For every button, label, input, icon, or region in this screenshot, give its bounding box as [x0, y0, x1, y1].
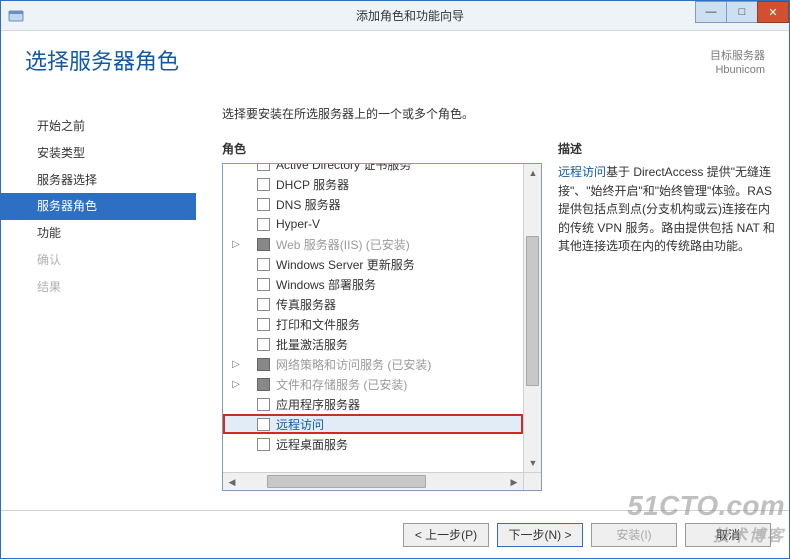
- role-item[interactable]: Windows 部署服务: [223, 274, 523, 294]
- role-checkbox[interactable]: [257, 178, 270, 191]
- scroll-up-button[interactable]: ▲: [524, 164, 542, 182]
- role-label: DHCP 服务器: [276, 176, 349, 193]
- roles-listbox: Active Directory 证书服务 DHCP 服务器 DNS 服务器 Hype…: [222, 163, 542, 491]
- role-checkbox[interactable]: [257, 218, 270, 231]
- scroll-thumb-vertical[interactable]: [526, 236, 539, 386]
- expand-icon[interactable]: ▷: [229, 379, 243, 390]
- target-label: 目标服务器: [710, 49, 765, 63]
- prompt-text: 选择要安装在所选服务器上的一个或多个角色。: [222, 105, 775, 122]
- wizard-step-4[interactable]: 功能: [1, 220, 196, 247]
- minimize-button[interactable]: —: [695, 1, 727, 23]
- role-item[interactable]: 批量激活服务: [223, 334, 523, 354]
- close-button[interactable]: ✕: [757, 1, 789, 23]
- role-checkbox[interactable]: [257, 258, 270, 271]
- window-title: 添加角色和功能向导: [31, 7, 789, 24]
- title-bar: 添加角色和功能向导 — □ ✕: [1, 1, 789, 31]
- cancel-button[interactable]: 取消: [685, 523, 771, 547]
- role-label: 打印和文件服务: [276, 316, 360, 333]
- role-checkbox[interactable]: [257, 438, 270, 451]
- install-button: 安装(I): [591, 523, 677, 547]
- role-checkbox[interactable]: [257, 278, 270, 291]
- role-label: Web 服务器(IIS) (已安装): [276, 236, 410, 253]
- role-item[interactable]: 远程访问: [223, 414, 523, 434]
- role-label: 远程访问: [276, 416, 324, 433]
- role-item[interactable]: 传真服务器: [223, 294, 523, 314]
- vertical-scrollbar[interactable]: ▲ ▼: [523, 164, 541, 472]
- role-checkbox[interactable]: [257, 298, 270, 311]
- role-label: Hyper-V: [276, 217, 320, 231]
- role-checkbox[interactable]: [257, 358, 270, 371]
- role-item[interactable]: ▷ Web 服务器(IIS) (已安装): [223, 234, 523, 254]
- role-checkbox[interactable]: [257, 418, 270, 431]
- role-label: Active Directory 证书服务: [276, 164, 411, 173]
- role-label: 远程桌面服务: [276, 436, 348, 453]
- role-item[interactable]: DNS 服务器: [223, 194, 523, 214]
- scroll-thumb-horizontal[interactable]: [267, 475, 425, 488]
- role-label: 文件和存储服务 (已安装): [276, 376, 407, 393]
- roles-heading: 角色: [222, 140, 542, 157]
- wizard-step-6: 结果: [1, 274, 196, 301]
- role-checkbox[interactable]: [257, 378, 270, 391]
- role-checkbox[interactable]: [257, 318, 270, 331]
- role-item[interactable]: 打印和文件服务: [223, 314, 523, 334]
- description-heading: 描述: [558, 140, 775, 157]
- page-title: 选择服务器角色: [25, 49, 765, 75]
- wizard-step-5: 确认: [1, 247, 196, 274]
- horizontal-scrollbar[interactable]: ◀ ▶: [223, 472, 523, 490]
- role-item[interactable]: Windows Server 更新服务: [223, 254, 523, 274]
- wizard-step-2[interactable]: 服务器选择: [1, 167, 196, 194]
- role-item[interactable]: Active Directory 证书服务: [223, 164, 523, 174]
- role-checkbox[interactable]: [257, 238, 270, 251]
- wizard-icon: [1, 1, 31, 31]
- maximize-button[interactable]: □: [726, 1, 758, 23]
- scrollbar-corner: [523, 472, 541, 490]
- role-item[interactable]: ▷ 文件和存储服务 (已安装): [223, 374, 523, 394]
- wizard-steps-sidebar: 开始之前安装类型服务器选择服务器角色功能确认结果: [1, 95, 196, 510]
- role-label: 应用程序服务器: [276, 396, 360, 413]
- scroll-right-button[interactable]: ▶: [505, 473, 523, 491]
- page-header: 选择服务器角色 目标服务器 Hbunicom: [1, 31, 789, 83]
- role-item[interactable]: ▷ 网络策略和访问服务 (已安装): [223, 354, 523, 374]
- role-label: Windows Server 更新服务: [276, 256, 415, 273]
- target-server-box: 目标服务器 Hbunicom: [710, 49, 765, 78]
- role-checkbox[interactable]: [257, 338, 270, 351]
- scroll-down-button[interactable]: ▼: [524, 454, 542, 472]
- wizard-footer: < 上一步(P) 下一步(N) > 安装(I) 取消: [1, 510, 789, 558]
- description-text: 远程访问基于 DirectAccess 提供"无缝连接"、"始终开启"和"始终管…: [558, 163, 775, 256]
- role-checkbox[interactable]: [257, 398, 270, 411]
- wizard-step-1[interactable]: 安装类型: [1, 140, 196, 167]
- expand-icon[interactable]: ▷: [229, 239, 243, 250]
- role-label: DNS 服务器: [276, 196, 341, 213]
- role-label: 传真服务器: [276, 296, 336, 313]
- expand-icon[interactable]: ▷: [229, 359, 243, 370]
- role-label: 网络策略和访问服务 (已安装): [276, 356, 431, 373]
- previous-button[interactable]: < 上一步(P): [403, 523, 489, 547]
- scroll-left-button[interactable]: ◀: [223, 473, 241, 491]
- role-item[interactable]: 远程桌面服务: [223, 434, 523, 454]
- wizard-step-0[interactable]: 开始之前: [1, 113, 196, 140]
- role-label: 批量激活服务: [276, 336, 348, 353]
- role-item[interactable]: DHCP 服务器: [223, 174, 523, 194]
- role-checkbox[interactable]: [257, 164, 270, 171]
- description-highlight: 远程访问: [558, 165, 606, 179]
- next-button[interactable]: 下一步(N) >: [497, 523, 583, 547]
- wizard-step-3[interactable]: 服务器角色: [1, 193, 196, 220]
- role-checkbox[interactable]: [257, 198, 270, 211]
- role-item[interactable]: Hyper-V: [223, 214, 523, 234]
- target-server-name: Hbunicom: [710, 63, 765, 77]
- role-item[interactable]: 应用程序服务器: [223, 394, 523, 414]
- role-label: Windows 部署服务: [276, 276, 376, 293]
